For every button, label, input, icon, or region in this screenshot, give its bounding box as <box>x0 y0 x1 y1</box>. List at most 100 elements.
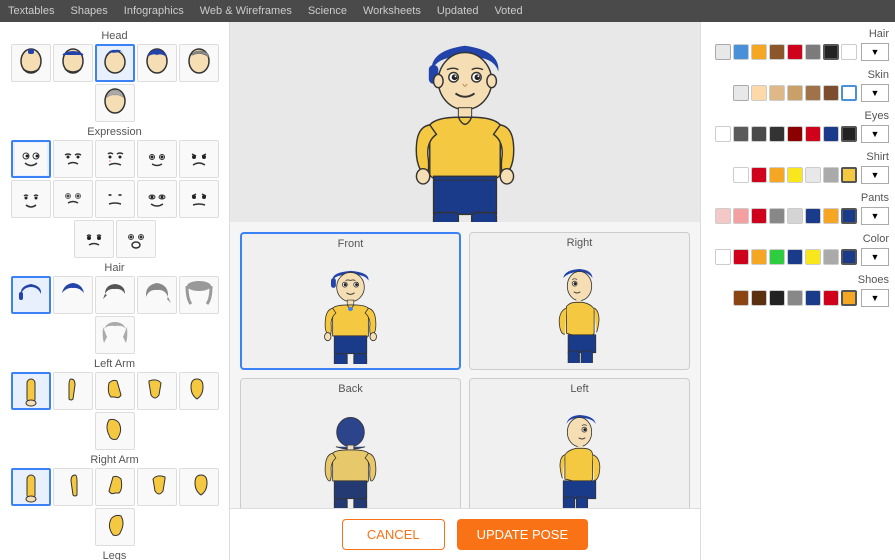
hair-swatch-2[interactable] <box>733 44 749 60</box>
head-part-3[interactable] <box>95 44 135 82</box>
shirt-swatch-5[interactable] <box>805 167 821 183</box>
color-swatch-6[interactable] <box>805 249 821 265</box>
shirt-swatch-4[interactable] <box>787 167 803 183</box>
pants-swatch-navy[interactable] <box>841 208 857 224</box>
expression-part-6[interactable] <box>11 180 51 218</box>
eyes-color-dropdown[interactable]: ▼ <box>861 125 889 143</box>
color-swatch-2[interactable] <box>733 249 749 265</box>
shirt-swatch-3[interactable] <box>769 167 785 183</box>
pants-swatch-2[interactable] <box>733 208 749 224</box>
color-swatch-4[interactable] <box>769 249 785 265</box>
view-box-back[interactable]: Back <box>240 378 461 508</box>
hair-part-2[interactable] <box>53 276 93 314</box>
shoes-swatch-6[interactable] <box>823 290 839 306</box>
expression-part-9[interactable] <box>137 180 177 218</box>
hair-swatch-6[interactable] <box>805 44 821 60</box>
pants-swatch-6[interactable] <box>805 208 821 224</box>
color-swatch-3[interactable] <box>751 249 767 265</box>
skin-swatch-white[interactable] <box>841 85 857 101</box>
eyes-swatch-8[interactable] <box>841 126 857 142</box>
eyes-swatch-7[interactable] <box>823 126 839 142</box>
tab-worksheets[interactable]: Worksheets <box>363 5 421 17</box>
pants-swatch-4[interactable] <box>769 208 785 224</box>
left-arm-part-3[interactable] <box>95 372 135 410</box>
right-arm-part-1[interactable] <box>11 468 51 506</box>
left-arm-part-4[interactable] <box>137 372 177 410</box>
color-swatch-navy[interactable] <box>841 249 857 265</box>
eyes-swatch-2[interactable] <box>733 126 749 142</box>
expression-part-7[interactable] <box>53 180 93 218</box>
pants-swatch-3[interactable] <box>751 208 767 224</box>
pants-swatch-5[interactable] <box>787 208 803 224</box>
tab-shapes[interactable]: Shapes <box>70 5 107 17</box>
shoes-swatch-4[interactable] <box>787 290 803 306</box>
pants-swatch-1[interactable] <box>715 208 731 224</box>
skin-swatch-2[interactable] <box>751 85 767 101</box>
hair-swatch-5[interactable] <box>787 44 803 60</box>
extra-color-dropdown[interactable]: ▼ <box>861 248 889 266</box>
eyes-swatch-3[interactable] <box>751 126 767 142</box>
skin-swatch-1[interactable] <box>733 85 749 101</box>
shoes-swatch-5[interactable] <box>805 290 821 306</box>
pants-color-dropdown[interactable]: ▼ <box>861 207 889 225</box>
shoes-color-dropdown[interactable]: ▼ <box>861 289 889 307</box>
head-part-1[interactable] <box>11 44 51 82</box>
skin-color-dropdown[interactable]: ▼ <box>861 84 889 102</box>
expression-part-5[interactable] <box>179 140 219 178</box>
skin-swatch-4[interactable] <box>787 85 803 101</box>
shoes-swatch-3[interactable] <box>769 290 785 306</box>
tab-infographics[interactable]: Infographics <box>124 5 184 17</box>
hair-part-6[interactable] <box>95 316 135 354</box>
shoes-swatch-orange[interactable] <box>841 290 857 306</box>
expression-part-2[interactable] <box>53 140 93 178</box>
hair-color-dropdown[interactable]: ▼ <box>861 43 889 61</box>
left-arm-part-6[interactable] <box>95 412 135 450</box>
expression-part-12[interactable] <box>116 220 156 258</box>
color-swatch-5[interactable] <box>787 249 803 265</box>
eyes-swatch-6[interactable] <box>805 126 821 142</box>
left-arm-part-5[interactable] <box>179 372 219 410</box>
skin-swatch-6[interactable] <box>823 85 839 101</box>
head-part-4[interactable] <box>137 44 177 82</box>
right-arm-part-4[interactable] <box>137 468 177 506</box>
expression-part-10[interactable] <box>179 180 219 218</box>
pants-swatch-7[interactable] <box>823 208 839 224</box>
head-part-6[interactable] <box>95 84 135 122</box>
expression-part-8[interactable] <box>95 180 135 218</box>
tab-textables[interactable]: Textables <box>8 5 54 17</box>
update-pose-button[interactable]: UPDATE POSE <box>457 519 589 550</box>
hair-swatch-3[interactable] <box>751 44 767 60</box>
view-box-left[interactable]: Left <box>469 378 690 508</box>
eyes-swatch-5[interactable] <box>787 126 803 142</box>
hair-part-5[interactable] <box>179 276 219 314</box>
hair-swatch-1[interactable] <box>715 44 731 60</box>
expression-part-3[interactable] <box>95 140 135 178</box>
shirt-swatch-yellow[interactable] <box>841 167 857 183</box>
hair-part-3[interactable] <box>95 276 135 314</box>
head-part-5[interactable] <box>179 44 219 82</box>
right-arm-part-5[interactable] <box>179 468 219 506</box>
shirt-swatch-6[interactable] <box>823 167 839 183</box>
hair-swatch-7[interactable] <box>823 44 839 60</box>
eyes-swatch-1[interactable] <box>715 126 731 142</box>
hair-swatch-4[interactable] <box>769 44 785 60</box>
view-box-right[interactable]: Right <box>469 232 690 370</box>
view-box-front[interactable]: Front <box>240 232 461 370</box>
skin-swatch-3[interactable] <box>769 85 785 101</box>
shirt-swatch-2[interactable] <box>751 167 767 183</box>
hair-swatch-white[interactable] <box>841 44 857 60</box>
color-swatch-7[interactable] <box>823 249 839 265</box>
left-arm-part-1[interactable] <box>11 372 51 410</box>
expression-part-4[interactable] <box>137 140 177 178</box>
right-arm-part-3[interactable] <box>95 468 135 506</box>
skin-swatch-5[interactable] <box>805 85 821 101</box>
right-arm-part-2[interactable] <box>53 468 93 506</box>
expression-part-11[interactable] <box>74 220 114 258</box>
right-arm-part-6[interactable] <box>95 508 135 546</box>
head-part-2[interactable] <box>53 44 93 82</box>
color-swatch-1[interactable] <box>715 249 731 265</box>
shoes-swatch-2[interactable] <box>751 290 767 306</box>
shirt-swatch-1[interactable] <box>733 167 749 183</box>
tab-science[interactable]: Science <box>308 5 347 17</box>
tab-voted[interactable]: Voted <box>494 5 522 17</box>
